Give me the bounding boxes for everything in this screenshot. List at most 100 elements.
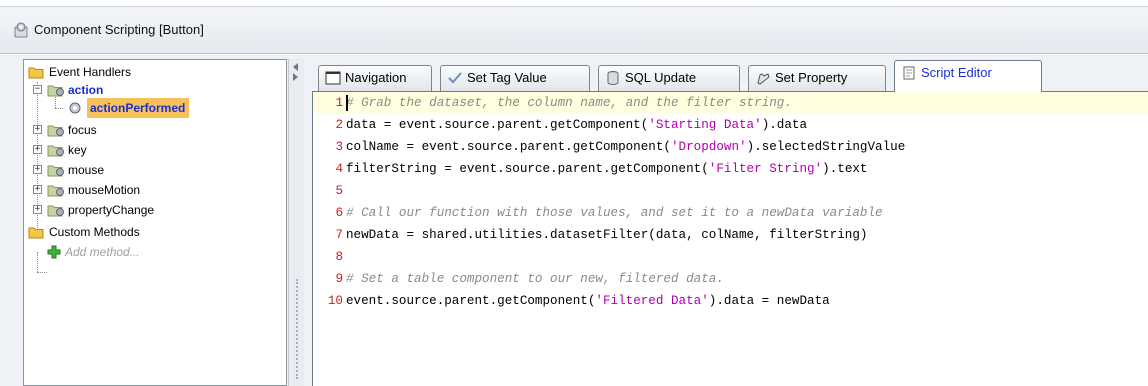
code-text: event.source.parent.getComponent('Filter… (346, 290, 830, 312)
code-token: newData = shared.utilities.datasetFilter… (346, 228, 868, 242)
expand-icon[interactable]: + (33, 165, 42, 174)
tree-node-label: focus (68, 123, 97, 137)
folder-gear-icon (47, 183, 64, 197)
folder-gear-icon (47, 143, 64, 157)
folder-gear-icon (47, 203, 64, 217)
code-token: ).selectedStringValue (746, 140, 906, 154)
code-token: data = event.source.parent.getComponent( (346, 118, 649, 132)
tree-node-label: Custom Methods (49, 225, 140, 239)
database-icon (605, 70, 621, 86)
collapse-left-arrow-icon[interactable] (293, 63, 298, 71)
plus-icon (47, 245, 63, 259)
line-number: 2 (335, 118, 343, 132)
line-number: 4 (335, 162, 343, 176)
panel-splitter[interactable] (288, 59, 304, 386)
code-comment: # Grab the dataset, the column name, and… (346, 96, 792, 110)
tree-guide-line (37, 252, 38, 272)
tab-script-editor[interactable]: Script Editor (894, 60, 1042, 92)
window-title: Component Scripting [Button] (34, 22, 204, 37)
tab-label: Script Editor (921, 65, 992, 80)
expand-right-arrow-icon[interactable] (293, 73, 298, 81)
script-page-icon (901, 65, 917, 81)
expand-icon[interactable]: + (33, 205, 42, 214)
tab-set-tag-value[interactable]: Set Tag Value (440, 65, 590, 91)
tab-set-property[interactable]: Set Property (748, 65, 886, 91)
property-hand-icon (755, 70, 771, 86)
title-bar: Component Scripting [Button] (0, 6, 1148, 54)
code-token: colName = event.source.parent.getCompone… (346, 140, 671, 154)
expand-icon[interactable]: + (33, 145, 42, 154)
code-line[interactable]: 3 colName = event.source.parent.getCompon… (313, 136, 1148, 158)
action-tabs: Navigation Set Tag Value SQL Update Set … (312, 59, 1148, 93)
code-text: # Set a table component to our new, filt… (346, 268, 724, 290)
line-number: 8 (335, 250, 343, 264)
code-token: ).data = newData (708, 294, 830, 308)
tree-node-label: mouseMotion (68, 183, 141, 197)
code-string: 'Filtered Data' (595, 294, 709, 308)
code-line[interactable]: 7 newData = shared.utilities.datasetFilte… (313, 224, 1148, 246)
line-number: 5 (335, 184, 343, 198)
tab-label: Set Tag Value (467, 70, 547, 85)
tab-label: SQL Update (625, 70, 697, 85)
code-line[interactable]: 6 # Call our function with those values, … (313, 202, 1148, 224)
folder-gear-icon (47, 163, 64, 177)
scripting-gear-icon (12, 21, 30, 39)
code-text: # Grab the dataset, the column name, and… (346, 92, 792, 114)
component-scripting-window: Component Scripting [Button] Event Handl… (0, 0, 1148, 386)
script-editor[interactable]: 1 # Grab the dataset, the column name, an… (312, 91, 1148, 386)
tab-label: Navigation (345, 70, 407, 85)
code-text: # Call our function with those values, a… (346, 202, 883, 224)
tree-guide-line (55, 108, 63, 109)
tree-node-label: actionPerformed (87, 98, 190, 118)
code-string: 'Starting Data' (648, 118, 762, 132)
collapse-icon[interactable]: − (33, 85, 42, 94)
code-comment: # Set a table component to our new, filt… (346, 272, 724, 286)
code-text: newData = shared.utilities.datasetFilter… (346, 224, 867, 246)
code-line[interactable]: 2 data = event.source.parent.getComponent… (313, 114, 1148, 136)
code-line[interactable]: 1 # Grab the dataset, the column name, an… (313, 92, 1148, 114)
code-line[interactable]: 9 # Set a table component to our new, fil… (313, 268, 1148, 290)
tab-label: Set Property (775, 70, 848, 85)
code-line[interactable]: 8 (313, 246, 1148, 268)
tree-node-label: Event Handlers (49, 65, 132, 79)
splitter-grip-icon (296, 279, 298, 379)
code-token: event.source.parent.getComponent( (346, 294, 596, 308)
text-caret (346, 95, 348, 111)
folder-icon (28, 225, 44, 239)
gear-icon (67, 101, 83, 115)
line-number: 1 (335, 96, 343, 110)
event-handler-tree[interactable]: Event Handlers − action actionPerformed … (23, 59, 287, 386)
tree-node-label: propertyChange (68, 203, 155, 217)
code-string: 'Filter String' (708, 162, 823, 176)
code-comment: # Call our function with those values, a… (346, 206, 883, 220)
window-icon (325, 70, 341, 86)
line-number: 7 (335, 228, 343, 242)
tree-node-label: Add method... (65, 245, 140, 259)
code-line[interactable]: 4 filterString = event.source.parent.getC… (313, 158, 1148, 180)
code-text: filterString = event.source.parent.getCo… (346, 158, 868, 180)
content-area: Event Handlers − action actionPerformed … (0, 55, 1148, 386)
code-token: ).data (761, 118, 808, 132)
code-string: 'Dropdown' (670, 140, 747, 154)
code-text: data = event.source.parent.getComponent(… (346, 114, 807, 136)
tab-navigation[interactable]: Navigation (318, 65, 432, 91)
tree-guide-line (37, 272, 47, 273)
line-number: 6 (335, 206, 343, 220)
folder-gear-icon (47, 123, 64, 137)
code-text: colName = event.source.parent.getCompone… (346, 136, 905, 158)
folder-icon (28, 65, 44, 79)
tab-sql-update[interactable]: SQL Update (598, 65, 740, 91)
code-token: ).text (822, 162, 868, 176)
line-number: 3 (335, 140, 343, 154)
line-number: 9 (335, 272, 343, 286)
expand-icon[interactable]: + (33, 185, 42, 194)
code-token: filterString = event.source.parent.getCo… (346, 162, 709, 176)
code-line[interactable]: 5 (313, 180, 1148, 202)
line-number: 10 (327, 294, 343, 308)
expand-icon[interactable]: + (33, 125, 42, 134)
tag-check-icon (447, 70, 463, 86)
tree-node-label: action (68, 83, 104, 97)
folder-gear-icon (47, 83, 64, 97)
code-line[interactable]: 10 event.source.parent.getComponent('Filt… (313, 290, 1148, 312)
tree-node-label: key (68, 143, 87, 157)
